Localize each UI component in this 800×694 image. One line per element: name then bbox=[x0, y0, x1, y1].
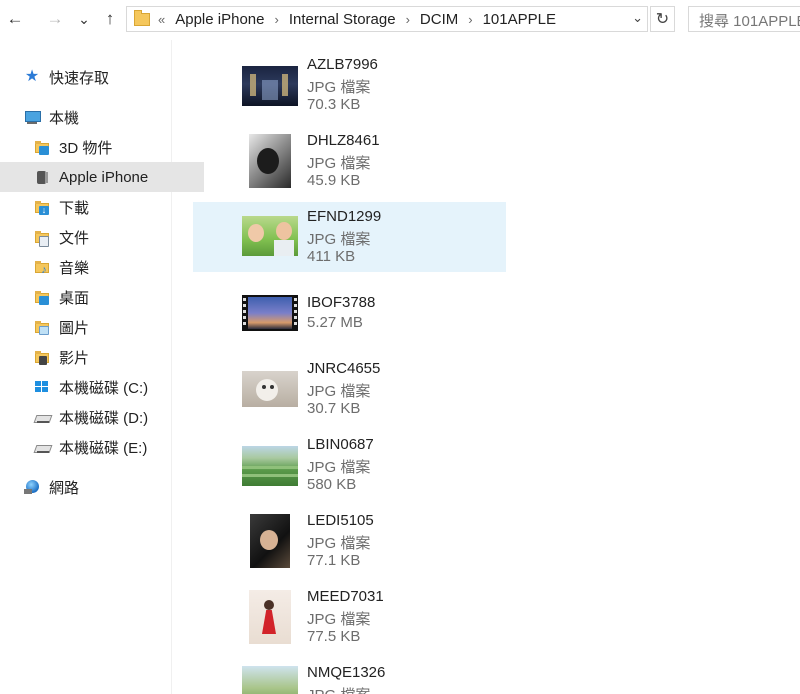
file-type: JPG 檔案 bbox=[307, 535, 371, 552]
drive-icon bbox=[34, 439, 50, 455]
thumbnail-dark-portrait bbox=[250, 514, 290, 568]
file-size: 77.1 KB bbox=[307, 552, 361, 569]
breadcrumb-101apple[interactable]: 101APPLE bbox=[483, 11, 556, 28]
file-type: JPG 檔案 bbox=[307, 231, 371, 248]
network-icon bbox=[24, 479, 40, 495]
thumbnail-terraces bbox=[242, 446, 298, 486]
up-button[interactable]: ↑ bbox=[99, 8, 121, 30]
breadcrumb-internal-storage[interactable]: Internal Storage bbox=[289, 11, 396, 28]
file-type: JPG 檔案 bbox=[307, 459, 371, 476]
thumbnail-couple-selfie bbox=[242, 216, 298, 256]
file-item[interactable]: NMQE1326 JPG 檔案 bbox=[193, 658, 506, 694]
sidebar-item-label: 桌面 bbox=[59, 289, 90, 307]
recent-locations-button[interactable]: ⌄ bbox=[73, 8, 95, 30]
file-name: DHLZ8461 bbox=[307, 132, 380, 149]
breadcrumb-separator[interactable]: › bbox=[406, 12, 410, 27]
file-type: JPG 檔案 bbox=[307, 79, 371, 96]
file-item[interactable]: LBIN0687 JPG 檔案 580 KB bbox=[193, 430, 506, 500]
thumbnail-night-street bbox=[242, 66, 298, 106]
file-name: LBIN0687 bbox=[307, 436, 374, 453]
refresh-icon: ↻ bbox=[655, 11, 670, 28]
sidebar-item-label: 網路 bbox=[49, 479, 80, 497]
thumbnail-red-dress bbox=[249, 590, 291, 644]
forward-button[interactable]: → bbox=[44, 8, 66, 30]
windows-drive-icon bbox=[34, 379, 50, 395]
downloads-folder-icon: ↓ bbox=[34, 199, 50, 215]
file-size: 5.27 MB bbox=[307, 314, 363, 331]
folder-icon bbox=[134, 9, 150, 26]
file-size: 70.3 KB bbox=[307, 96, 361, 113]
pictures-folder-icon bbox=[34, 319, 50, 335]
star-icon: ★ bbox=[24, 68, 40, 85]
file-name: NMQE1326 bbox=[307, 664, 386, 681]
drive-icon bbox=[34, 409, 50, 425]
address-bar[interactable]: « Apple iPhone › Internal Storage › DCIM… bbox=[126, 6, 648, 32]
computer-icon bbox=[24, 109, 41, 125]
file-item[interactable]: JNRC4655 JPG 檔案 30.7 KB bbox=[193, 354, 506, 424]
sidebar-item-label: 快速存取 bbox=[49, 69, 110, 87]
file-size: 580 KB bbox=[307, 476, 357, 493]
file-type: JPG 檔案 bbox=[307, 383, 371, 400]
back-button[interactable]: ← bbox=[4, 8, 26, 30]
up-arrow-icon: ↑ bbox=[105, 9, 115, 28]
sidebar-item-network[interactable]: 網路 bbox=[0, 472, 194, 502]
sidebar-item-this-pc[interactable]: 本機 bbox=[0, 102, 194, 132]
file-name: AZLB7996 bbox=[307, 56, 378, 73]
breadcrumb-separator[interactable]: › bbox=[274, 12, 278, 27]
sidebar-item-label: 影片 bbox=[59, 349, 90, 367]
file-name: IBOF3788 bbox=[307, 294, 376, 311]
file-size: 411 KB bbox=[307, 248, 356, 265]
breadcrumb-separator[interactable]: › bbox=[468, 12, 472, 27]
phone-icon bbox=[34, 169, 50, 185]
sidebar-item-label: 圖片 bbox=[59, 319, 90, 337]
sidebar-item-label: 文件 bbox=[59, 229, 90, 247]
navigation-pane: ★ 快速存取 本機 3D 物件 Apple iPhone ↓ 下載 文件 ♪ 音… bbox=[0, 40, 204, 694]
sidebar-item-label: 本機磁碟 (E:) bbox=[59, 439, 148, 457]
videos-folder-icon bbox=[34, 349, 50, 365]
sidebar-item-label: 本機 bbox=[49, 109, 80, 127]
file-name: JNRC4655 bbox=[307, 360, 381, 377]
sidebar-item-label: 音樂 bbox=[59, 259, 90, 277]
desktop-folder-icon bbox=[34, 289, 50, 305]
sidebar-item-label: Apple iPhone bbox=[59, 168, 149, 186]
file-size: 77.5 KB bbox=[307, 628, 361, 645]
file-item[interactable]: IBOF3788 5.27 MB bbox=[193, 288, 506, 358]
sidebar-item-quick-access[interactable]: ★ 快速存取 bbox=[0, 62, 194, 92]
chevron-down-icon: ⌄ bbox=[78, 10, 90, 27]
overflow-chevron[interactable]: « bbox=[158, 12, 165, 27]
file-size: 45.9 KB bbox=[307, 172, 361, 189]
address-dropdown-icon[interactable]: ⌄ bbox=[632, 10, 643, 26]
thumbnail-bw-portrait bbox=[249, 134, 291, 188]
3d-objects-folder-icon bbox=[34, 139, 50, 155]
file-item-selected[interactable]: EFND1299 JPG 檔案 411 KB bbox=[193, 202, 506, 272]
file-name: LEDI5105 bbox=[307, 512, 374, 529]
thumbnail-cat bbox=[242, 371, 298, 407]
documents-folder-icon bbox=[34, 229, 50, 247]
file-item[interactable]: LEDI5105 JPG 檔案 77.1 KB bbox=[193, 506, 506, 576]
file-list: AZLB7996 JPG 檔案 70.3 KB DHLZ8461 JPG 檔案 … bbox=[172, 40, 800, 694]
thumbnail-outdoor bbox=[242, 666, 298, 694]
search-input[interactable]: 搜尋 101APPLE bbox=[688, 6, 800, 32]
file-item[interactable]: MEED7031 JPG 檔案 77.5 KB bbox=[193, 582, 506, 652]
sidebar-item-label: 本機磁碟 (D:) bbox=[59, 409, 149, 427]
sidebar-item-label: 本機磁碟 (C:) bbox=[59, 379, 149, 397]
breadcrumb-dcim[interactable]: DCIM bbox=[420, 11, 458, 28]
thumbnail-video-sunset bbox=[242, 295, 298, 331]
file-size: 30.7 KB bbox=[307, 400, 361, 417]
navigation-bar: ← → ⌄ ↑ « Apple iPhone › Internal Storag… bbox=[0, 0, 800, 40]
file-type: JPG 檔案 bbox=[307, 611, 371, 628]
music-folder-icon: ♪ bbox=[34, 259, 50, 276]
sidebar-item-label: 3D 物件 bbox=[59, 139, 113, 157]
sidebar-item-label: 下載 bbox=[59, 199, 90, 217]
file-item[interactable]: DHLZ8461 JPG 檔案 45.9 KB bbox=[193, 126, 506, 196]
file-item[interactable]: AZLB7996 JPG 檔案 70.3 KB bbox=[193, 50, 506, 120]
forward-arrow-icon: → bbox=[46, 9, 64, 28]
breadcrumb-apple-iphone[interactable]: Apple iPhone bbox=[175, 11, 264, 28]
refresh-button[interactable]: ↻ bbox=[650, 6, 675, 32]
back-arrow-icon: ← bbox=[6, 9, 24, 28]
file-name: EFND1299 bbox=[307, 208, 382, 225]
file-type: JPG 檔案 bbox=[307, 684, 370, 694]
file-type: JPG 檔案 bbox=[307, 155, 371, 172]
file-name: MEED7031 bbox=[307, 588, 384, 605]
